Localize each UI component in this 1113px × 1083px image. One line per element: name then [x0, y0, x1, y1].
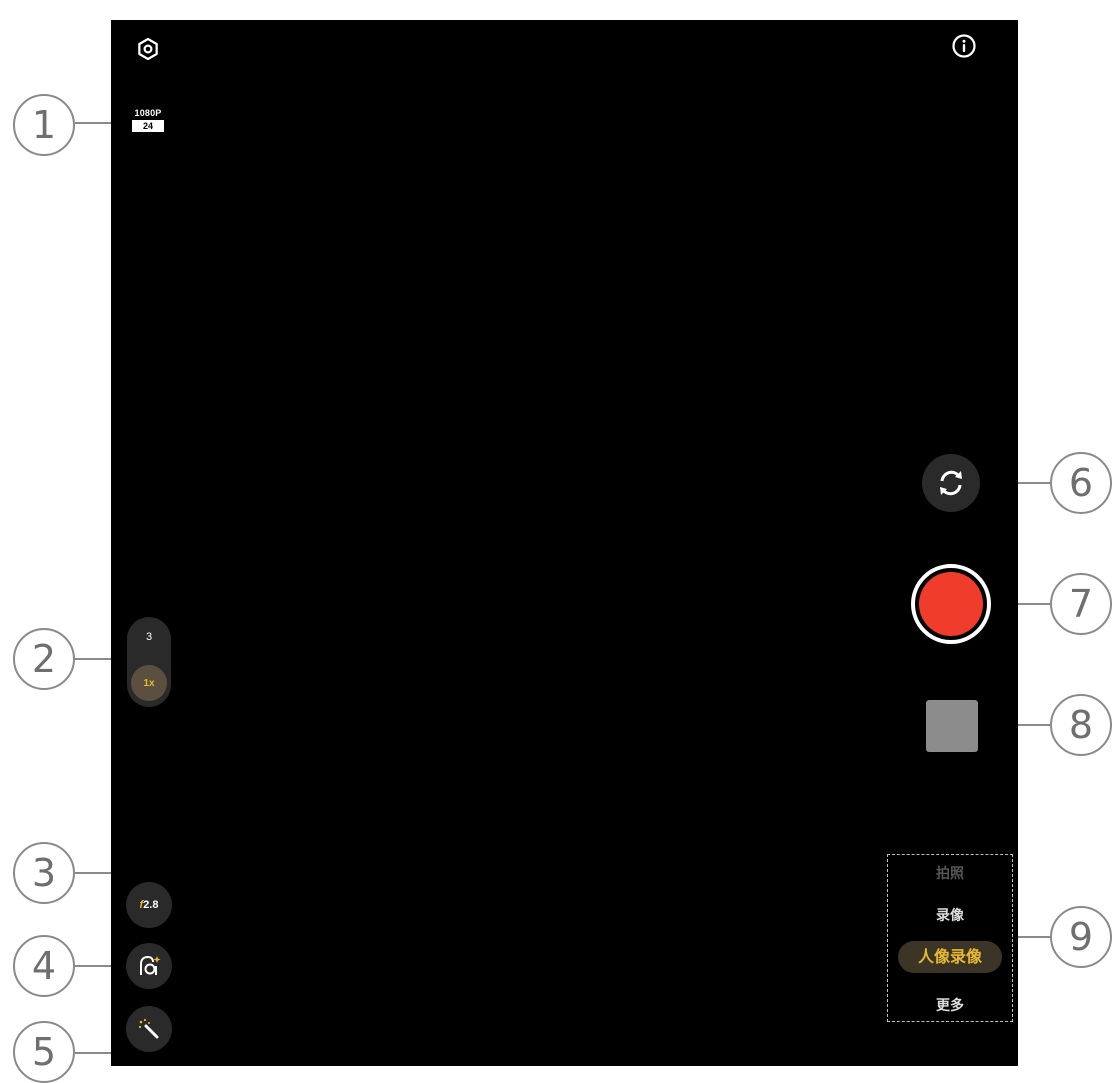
aperture-value: f2.8: [139, 899, 159, 911]
beauty-button[interactable]: [126, 1006, 172, 1052]
info-icon: [952, 34, 976, 58]
resolution-label: 1080P: [134, 108, 162, 118]
callout-3: 3: [13, 842, 75, 904]
mode-item-more[interactable]: 更多: [888, 995, 1012, 1015]
callout-7: 7: [1050, 573, 1112, 635]
zoom-option-3[interactable]: 3: [127, 631, 171, 643]
switch-camera-button[interactable]: [922, 454, 980, 512]
portrait-lighting-button[interactable]: [126, 943, 172, 989]
callout-9-line: [1013, 936, 1051, 938]
camera-viewfinder: [111, 20, 1018, 1066]
gallery-thumbnail[interactable]: [926, 700, 978, 752]
zoom-selector: 3 1x: [127, 617, 171, 707]
mode-item-photo[interactable]: 拍照: [888, 863, 1012, 883]
record-button[interactable]: [911, 564, 991, 644]
mode-item-portrait-video[interactable]: 人像录像: [898, 941, 1002, 973]
portrait-lighting-icon: [140, 955, 161, 975]
callout-9: 9: [1050, 906, 1112, 968]
record-button-inner: [919, 572, 983, 636]
mode-selector: 拍照 录像 人像录像 更多: [887, 854, 1013, 1022]
gear-icon: [138, 37, 158, 61]
callout-1: 1: [13, 94, 75, 156]
callout-8: 8: [1050, 694, 1112, 756]
callout-2: 2: [13, 628, 75, 690]
fps-label: 24: [132, 120, 164, 132]
callout-5: 5: [13, 1021, 75, 1083]
mode-item-video[interactable]: 录像: [888, 905, 1012, 925]
zoom-option-1x[interactable]: 1x: [131, 665, 167, 701]
aperture-button[interactable]: f2.8: [126, 882, 172, 928]
resolution-fps-button[interactable]: 1080P 24: [130, 108, 166, 136]
callout-4: 4: [13, 935, 75, 997]
magic-wand-icon: [138, 1018, 159, 1039]
settings-button[interactable]: [134, 35, 162, 63]
info-button[interactable]: [950, 32, 978, 60]
callout-6: 6: [1050, 452, 1112, 514]
switch-camera-icon: [940, 470, 962, 496]
